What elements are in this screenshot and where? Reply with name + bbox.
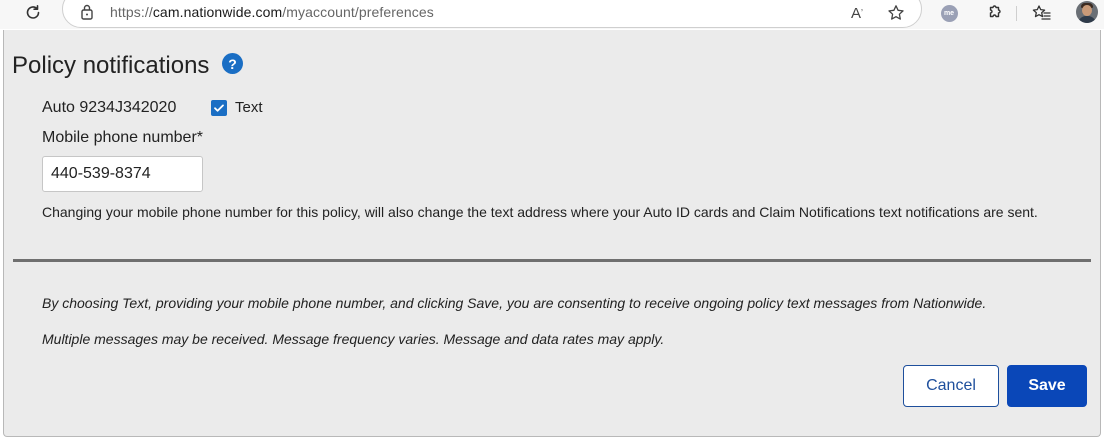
text-checkbox[interactable] [211,100,227,116]
toolbar-separator [1016,6,1017,21]
extensions-icon[interactable] [982,0,1006,26]
avatar-face [1082,5,1092,16]
url-host: cam.nationwide.com [152,4,283,20]
lock-icon[interactable] [80,3,98,23]
policy-label: Auto 9234J342020 [42,99,177,116]
page-title: Policy notifications [12,52,210,79]
profile-icon[interactable]: me [939,0,959,26]
rates-disclaimer: Multiple messages may be received. Messa… [42,331,665,347]
cancel-button[interactable]: Cancel [903,365,999,407]
help-icon[interactable]: ? [222,53,243,74]
phone-field-label: Mobile phone number* [42,129,203,146]
phone-change-notice: Changing your mobile phone number for th… [42,204,1038,220]
favorites-icon[interactable] [1030,0,1054,26]
profile-initials: me [940,4,958,22]
consent-text: By choosing Text, providing your mobile … [42,295,987,311]
mobile-phone-input[interactable] [42,156,203,192]
refresh-icon[interactable] [20,0,46,26]
avatar-body [1078,16,1096,23]
browser-toolbar: https://cam.nationwide.com/myaccount/pre… [0,0,1104,29]
save-button[interactable]: Save [1007,365,1087,407]
star-icon[interactable] [884,0,908,26]
section-divider [13,259,1091,262]
avatar[interactable] [1076,1,1098,23]
read-aloud-icon[interactable]: Aʼ [846,0,868,26]
url-path: /myaccount/preferences [282,4,434,20]
url-text[interactable]: https://cam.nationwide.com/myaccount/pre… [110,4,434,20]
checkmark-icon [214,104,224,112]
text-checkbox-label[interactable]: Text [235,99,263,116]
url-scheme: https:// [110,4,153,20]
